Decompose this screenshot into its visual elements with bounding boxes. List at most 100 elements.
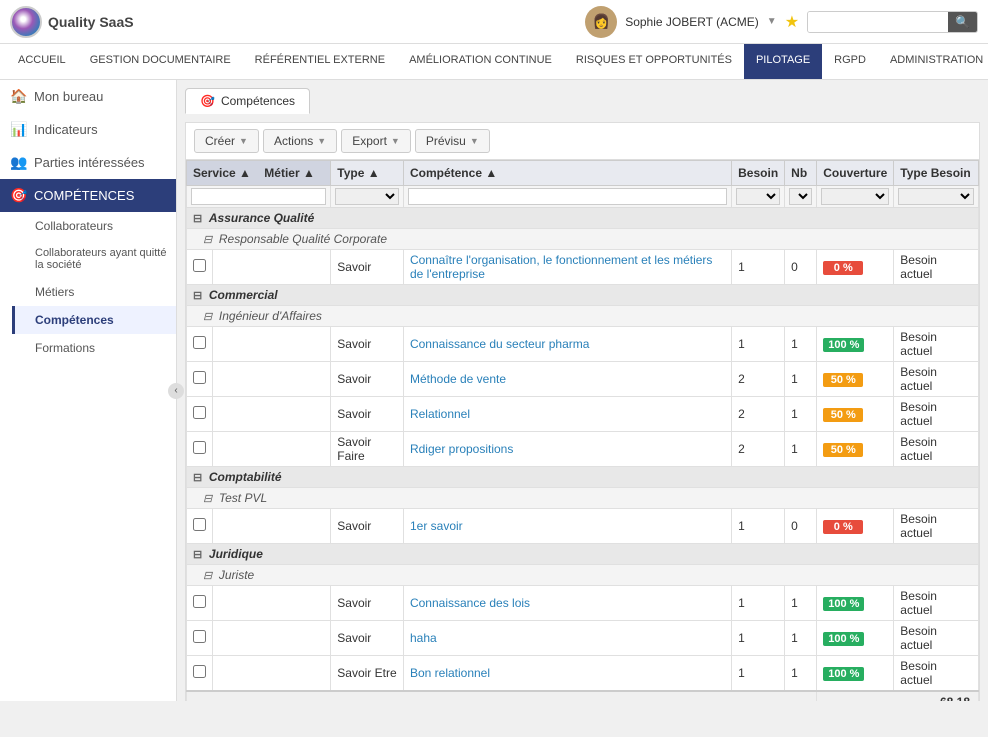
row-checkbox[interactable] <box>193 665 206 678</box>
table-row: Savoir Méthode de vente 2 1 50 % Besoin … <box>187 362 979 397</box>
sidebar-item-competences[interactable]: Compétences <box>12 306 176 334</box>
competence-link[interactable]: Connaissance du secteur pharma <box>410 337 589 351</box>
sidebar-label-parties: Parties intéressées <box>34 155 145 170</box>
row-nb: 0 <box>785 509 817 544</box>
search-input[interactable] <box>808 12 948 32</box>
competence-link[interactable]: haha <box>410 631 437 645</box>
row-coverage: 100 % <box>817 586 894 621</box>
collapse-icon[interactable]: ⊟ <box>193 549 202 561</box>
row-type-besoin: Besoin actuel <box>894 250 979 285</box>
filter-service-metier[interactable] <box>191 188 326 205</box>
row-competence: haha <box>403 621 731 656</box>
sidebar-item-collaborateurs-quitte[interactable]: Collaborateurs ayant quitté la société <box>12 240 176 278</box>
row-type: Savoir <box>331 586 404 621</box>
nav-referentiel[interactable]: RÉFÉRENTIEL EXTERNE <box>243 44 397 79</box>
create-button[interactable]: Créer ▼ <box>194 129 259 153</box>
sidebar-item-parties[interactable]: 👥 Parties intéressées <box>0 146 176 179</box>
sidebar-item-mon-bureau[interactable]: 🏠 Mon bureau <box>0 80 176 113</box>
collapse-icon[interactable]: ⊟ <box>203 570 212 582</box>
th-metier-sort-icon[interactable]: ▲ <box>303 166 315 180</box>
table-header-row-1: Service ▲ Métier ▲ Type ▲ Compétence <box>187 161 979 186</box>
nav-gestion-doc[interactable]: GESTION DOCUMENTAIRE <box>78 44 243 79</box>
coverage-badge: 50 % <box>823 373 863 387</box>
sidebar-item-collaborateurs[interactable]: Collaborateurs <box>12 212 176 240</box>
collapse-icon[interactable]: ⊟ <box>203 493 212 505</box>
row-checkbox[interactable] <box>193 406 206 419</box>
collapse-icon[interactable]: ⊟ <box>193 290 202 302</box>
sidebar-item-formations[interactable]: Formations <box>12 334 176 362</box>
th-type-label: Type <box>337 166 364 180</box>
sidebar-item-competences-header[interactable]: 🎯 COMPÉTENCES <box>0 179 176 212</box>
header: Quality SaaS 👩 Sophie JOBERT (ACME) ▼ ★ … <box>0 0 988 44</box>
row-checkbox[interactable] <box>193 630 206 643</box>
filter-type[interactable] <box>335 188 399 205</box>
tab-competences[interactable]: 🎯 Compétences <box>185 88 310 114</box>
sidebar-collapse-button[interactable]: ‹ <box>168 383 184 399</box>
group-label: Juridique <box>209 547 263 561</box>
sidebar-label-competences-header: COMPÉTENCES <box>34 188 134 203</box>
row-type: Savoir <box>331 397 404 432</box>
collapse-icon[interactable]: ⊟ <box>203 311 212 323</box>
subgroup-label: Responsable Qualité Corporate <box>219 232 387 246</box>
nav-rgpd[interactable]: RGPD <box>822 44 878 79</box>
search-button[interactable]: 🔍 <box>948 12 977 32</box>
row-coverage: 0 % <box>817 250 894 285</box>
nav-pilotage[interactable]: PILOTAGE <box>744 44 822 79</box>
favorite-icon[interactable]: ★ <box>785 12 799 32</box>
collapse-icon[interactable]: ⊟ <box>203 234 212 246</box>
th-type-sort-icon[interactable]: ▲ <box>368 166 380 180</box>
actions-button[interactable]: Actions ▼ <box>263 129 337 153</box>
row-nb: 0 <box>785 250 817 285</box>
row-checkbox[interactable] <box>193 595 206 608</box>
table-row: Savoir Connaissance des lois 1 1 100 % B… <box>187 586 979 621</box>
th-competence: Compétence ▲ <box>403 161 731 186</box>
competence-link[interactable]: Connaissance des lois <box>410 596 530 610</box>
competence-link[interactable]: Relationnel <box>410 407 470 421</box>
dropdown-icon[interactable]: ▼ <box>767 16 777 27</box>
sidebar-label-mon-bureau: Mon bureau <box>34 89 103 104</box>
export-caret-icon: ▼ <box>391 136 400 146</box>
subgroup-label: Test PVL <box>219 491 267 505</box>
collapse-icon[interactable]: ⊟ <box>193 213 202 225</box>
row-besoin: 1 <box>732 327 785 362</box>
filter-nb[interactable] <box>789 188 812 205</box>
nav-admin[interactable]: ADMINISTRATION <box>878 44 988 79</box>
collapse-icon[interactable]: ⊟ <box>193 472 202 484</box>
nav-amelioration[interactable]: AMÉLIORATION CONTINUE <box>397 44 564 79</box>
row-checkbox[interactable] <box>193 371 206 384</box>
competence-link[interactable]: Rdiger propositions <box>410 442 513 456</box>
row-checkbox[interactable] <box>193 336 206 349</box>
preview-button[interactable]: Prévisu ▼ <box>415 129 490 153</box>
th-competence-sort-icon[interactable]: ▲ <box>485 166 497 180</box>
row-coverage: 100 % <box>817 656 894 692</box>
header-right: 👩 Sophie JOBERT (ACME) ▼ ★ 🔍 <box>585 6 978 38</box>
filter-type-besoin[interactable] <box>898 188 974 205</box>
competence-link[interactable]: Méthode de vente <box>410 372 506 386</box>
nav-risques[interactable]: RISQUES ET OPPORTUNITÉS <box>564 44 744 79</box>
row-checkbox[interactable] <box>193 441 206 454</box>
logo-area: Quality SaaS <box>10 6 585 38</box>
tab-label: Compétences <box>221 94 295 108</box>
th-service-sort-icon[interactable]: ▲ <box>239 166 251 180</box>
competence-link[interactable]: Connaître l'organisation, le fonctionnem… <box>410 253 712 281</box>
competence-link[interactable]: 1er savoir <box>410 519 463 533</box>
table-row: Savoir Connaissance du secteur pharma 1 … <box>187 327 979 362</box>
row-type-besoin: Besoin actuel <box>894 432 979 467</box>
sidebar-item-indicateurs[interactable]: 📊 Indicateurs <box>0 113 176 146</box>
filter-couverture[interactable] <box>821 188 889 205</box>
competence-link[interactable]: Bon relationnel <box>410 666 490 680</box>
sidebar-item-metiers[interactable]: Métiers <box>12 278 176 306</box>
group-label: Comptabilité <box>209 470 282 484</box>
export-button[interactable]: Export ▼ <box>341 129 411 153</box>
nav-accueil[interactable]: ACCUEIL <box>6 44 78 79</box>
actions-label: Actions <box>274 134 313 148</box>
row-competence: 1er savoir <box>403 509 731 544</box>
row-type-besoin: Besoin actuel <box>894 656 979 692</box>
filter-besoin[interactable] <box>736 188 780 205</box>
row-checkbox[interactable] <box>193 259 206 272</box>
th-service-metier: Service ▲ Métier ▲ <box>187 161 331 186</box>
preview-caret-icon: ▼ <box>470 136 479 146</box>
filter-competence[interactable] <box>408 188 727 205</box>
create-caret-icon: ▼ <box>239 136 248 146</box>
row-checkbox[interactable] <box>193 518 206 531</box>
